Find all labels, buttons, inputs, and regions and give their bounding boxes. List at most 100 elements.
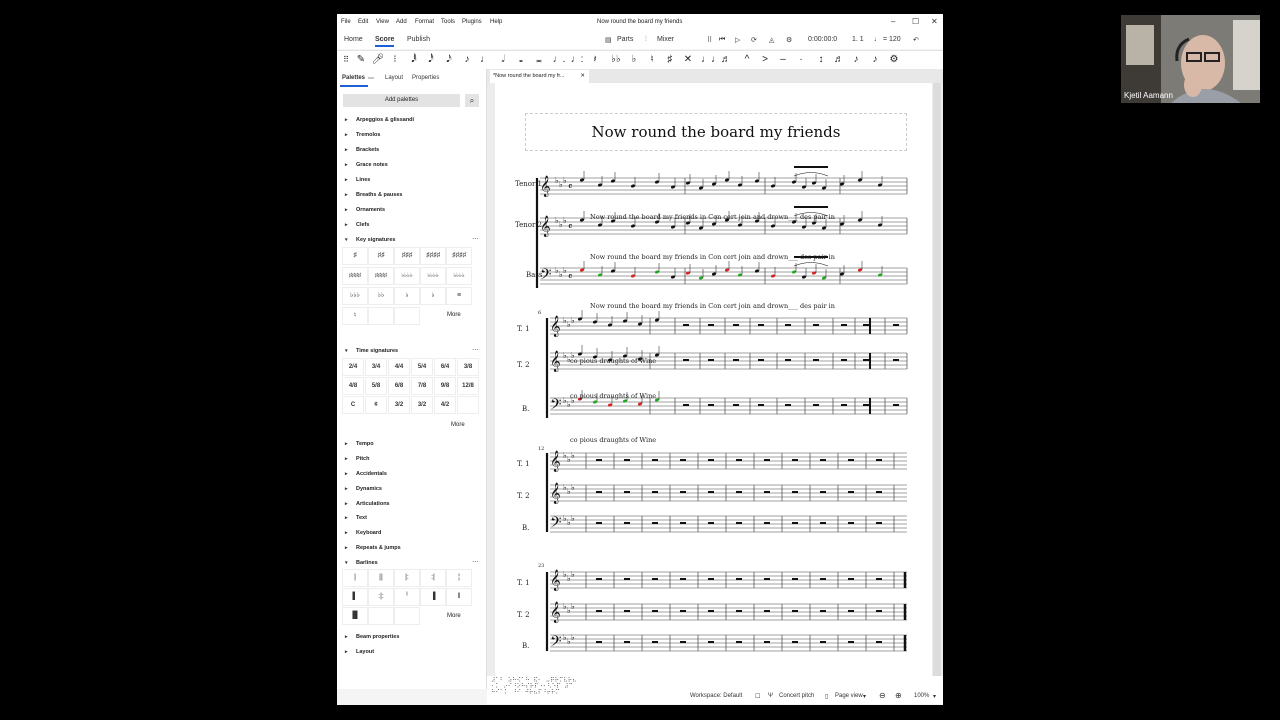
page-view-selector[interactable]: Page view xyxy=(835,693,863,699)
barline-cell[interactable] xyxy=(394,607,420,625)
mixer-icon[interactable]: ⫶ xyxy=(645,36,647,44)
menu-plugins[interactable]: Plugins xyxy=(462,19,482,25)
key-signature-cell[interactable]: ≡ xyxy=(446,287,472,305)
palette-text[interactable]: ▸ Text xyxy=(345,515,367,521)
concert-pitch-checkbox[interactable]: ☐ xyxy=(755,693,760,700)
drag-handle-icon[interactable]: ⠿ xyxy=(339,53,353,67)
undo-icon[interactable]: ↶ xyxy=(913,36,919,44)
rest-icon[interactable]: 𝄽 xyxy=(588,53,602,67)
time-signature-cell[interactable]: 3/8 xyxy=(457,358,479,376)
parts-button[interactable]: Parts xyxy=(617,36,633,43)
barline-cell[interactable]: ╵ xyxy=(394,588,420,606)
time-signature-cell[interactable]: 3/2 xyxy=(411,396,433,414)
16th-note-icon[interactable]: 𝅘𝅥𝅯 xyxy=(442,53,456,67)
tie-icon[interactable]: ♩♩ xyxy=(701,53,721,67)
barline-cell[interactable]: ▌ xyxy=(342,588,368,606)
key-signature-cell[interactable]: ♭♭♭♭ xyxy=(420,267,446,285)
time-signature-cell[interactable]: 7/8 xyxy=(411,377,433,395)
barline-cell[interactable]: ▐▌ xyxy=(342,607,368,625)
lyrics-line[interactable]: Now round the board my friends in Con ce… xyxy=(590,213,835,221)
panel-menu-icon[interactable]: ⋯ xyxy=(368,75,374,82)
menu-tools[interactable]: Tools xyxy=(441,19,455,25)
palette-brackets[interactable]: ▸ Brackets xyxy=(345,147,379,153)
time-signature-cell[interactable]: 4/2 xyxy=(434,396,456,414)
time-signature-cell[interactable]: 9/8 xyxy=(434,377,456,395)
time-signature-cell[interactable]: 4/4 xyxy=(388,358,410,376)
zoom-in-icon[interactable]: ⊕ xyxy=(895,691,902,700)
drag-handle-icon[interactable]: ⠿ xyxy=(707,36,712,44)
menu-edit[interactable]: Edit xyxy=(358,19,368,25)
tuplet-icon[interactable]: ♬ xyxy=(832,53,846,67)
palette-repeats[interactable]: ▸ Repeats & jumps xyxy=(345,545,401,551)
time-signature-cell[interactable]: 3/4 xyxy=(365,358,387,376)
tab-publish[interactable]: Publish xyxy=(407,36,430,43)
double-dot-icon[interactable]: ♩: xyxy=(570,53,584,67)
tab-layout[interactable]: Layout xyxy=(385,75,403,81)
key-signature-cell[interactable]: ♯♯♯ xyxy=(394,247,420,265)
barline-cell[interactable]: ‖ xyxy=(446,588,472,606)
slur-icon[interactable]: ♬ xyxy=(719,53,733,67)
key-signature-cell[interactable]: ♮ xyxy=(342,307,368,325)
play-icon[interactable]: ▷ xyxy=(735,36,740,44)
palette-time-signatures[interactable]: ▾ Time signatures xyxy=(345,348,398,354)
palette-pitch[interactable]: ▸ Pitch xyxy=(345,456,369,462)
minimize-icon[interactable]: – xyxy=(891,17,895,26)
key-signature-cell[interactable]: ♭♭♭ xyxy=(342,287,368,305)
natural-icon[interactable]: ♮ xyxy=(645,53,659,67)
barline-cell[interactable] xyxy=(368,607,394,625)
barline-cell[interactable]: || xyxy=(368,569,394,587)
metronome-icon[interactable]: ◬ xyxy=(769,36,774,44)
key-signature-cell[interactable] xyxy=(394,307,420,325)
add-palettes-button[interactable]: Add palettes xyxy=(343,94,460,107)
key-signature-cell[interactable]: ♯♯♯♯ xyxy=(368,267,394,285)
palette-ornaments[interactable]: ▸ Ornaments xyxy=(345,207,385,213)
marcato-icon[interactable]: ^ xyxy=(740,53,754,67)
menu-view[interactable]: View xyxy=(376,19,389,25)
flip-direction-icon[interactable]: ↕ xyxy=(814,53,828,67)
palette-breaths[interactable]: ▸ Breaths & pauses xyxy=(345,192,402,198)
palette-keyboard[interactable]: ▸ Keyboard xyxy=(345,530,381,536)
key-signature-cell[interactable]: ♭♭♭♭ xyxy=(394,267,420,285)
double-flat-icon[interactable]: ♭♭ xyxy=(609,53,623,67)
playback-settings-icon[interactable]: ⚙ xyxy=(786,36,792,44)
barline-cell[interactable]: |: xyxy=(394,569,420,587)
lyrics-line[interactable]: co pious draughts of Wine xyxy=(570,357,656,365)
chevron-down-icon[interactable]: ▾ xyxy=(933,693,936,700)
zoom-level[interactable]: 100% xyxy=(914,693,929,699)
time-signature-cell[interactable]: ¢ xyxy=(365,396,387,414)
palette-articulations[interactable]: ▸ Articulations xyxy=(345,501,390,507)
toolbar-settings-icon[interactable]: ⚙ xyxy=(887,53,901,67)
time-signature-cell[interactable]: 5/8 xyxy=(365,377,387,395)
palette-grace-notes[interactable]: ▸ Grace notes xyxy=(345,162,388,168)
score-view[interactable]: Now round the board my friends Tenor 1 T… xyxy=(487,83,943,676)
time-signature-cell[interactable]: 6/4 xyxy=(434,358,456,376)
32nd-note-icon[interactable]: 𝅘𝅥𝅰 xyxy=(424,53,438,67)
zoom-out-icon[interactable]: ⊖ xyxy=(879,691,886,700)
palette-key-signatures[interactable]: ▾ Key signatures xyxy=(345,237,395,243)
key-signature-cell[interactable]: ♭ xyxy=(394,287,420,305)
workspace-selector[interactable]: Workspace: Default xyxy=(690,693,742,699)
loop-icon[interactable]: ⟳ xyxy=(751,36,757,44)
key-signature-cell[interactable]: ♯ xyxy=(342,247,368,265)
whole-note-icon[interactable]: 𝅝 xyxy=(514,53,528,67)
tab-score[interactable]: Score xyxy=(375,36,395,47)
lyrics-line[interactable]: Now round the board my friends in Con ce… xyxy=(590,253,835,261)
search-icon[interactable]: ⌕ xyxy=(465,94,479,107)
accent-icon[interactable]: > xyxy=(758,53,772,67)
quarter-note-icon[interactable]: ♩ xyxy=(478,53,492,67)
key-signature-cell[interactable]: ♯♯♯♯ xyxy=(342,267,368,285)
palette-options-icon[interactable]: ⋯ xyxy=(472,346,479,354)
close-tab-icon[interactable]: ✕ xyxy=(580,70,585,83)
half-note-icon[interactable]: 𝅗𝅥 xyxy=(496,53,510,67)
menu-file[interactable]: File xyxy=(341,19,351,25)
palette-dynamics[interactable]: ▸ Dynamics xyxy=(345,486,382,492)
palette-options-icon[interactable]: ⋯ xyxy=(472,235,479,243)
menu-add[interactable]: Add xyxy=(396,19,407,25)
palette-barlines[interactable]: ▾ Barlines xyxy=(345,560,378,566)
key-signature-cell[interactable]: ♯♯♯♯ xyxy=(446,247,472,265)
barline-cell[interactable]: ▐ xyxy=(420,588,446,606)
palette-beam-properties[interactable]: ▸ Beam properties xyxy=(345,634,399,640)
palette-tempo[interactable]: ▸ Tempo xyxy=(345,441,374,447)
key-signature-cell[interactable]: ♭ xyxy=(420,287,446,305)
time-signature-cell[interactable] xyxy=(457,396,479,414)
